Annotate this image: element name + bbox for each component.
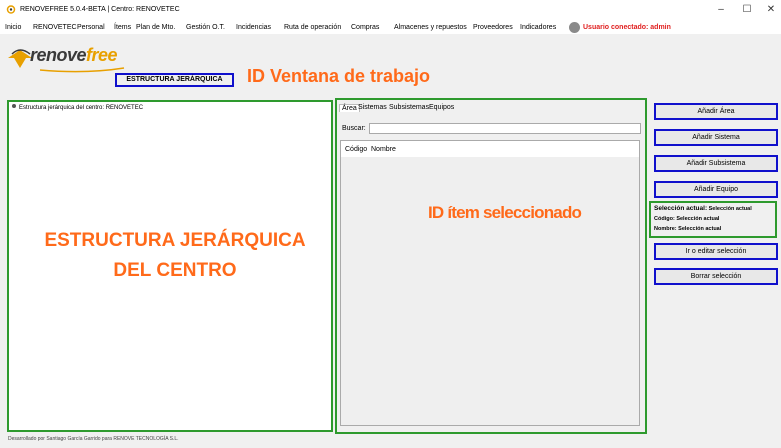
user-icon [569, 22, 580, 33]
add-area-button[interactable]: Añadir Área [654, 103, 778, 120]
annotation-tree: ESTRUCTURA JERÁRQUICA DEL CENTRO [30, 226, 320, 286]
menu-plan-mto[interactable]: Plan de Mto. [136, 24, 175, 31]
selection-name-value: Selección actual [678, 226, 722, 232]
menu-inicio[interactable]: Inicio [5, 24, 21, 31]
workspace-label: ESTRUCTURA JERÁRQUICA [115, 73, 234, 87]
connected-user: Usuario conectado: admin [583, 24, 671, 31]
menu-ruta-operacion[interactable]: Ruta de operación [284, 24, 341, 31]
menu-proveedores[interactable]: Proveedores [473, 24, 513, 31]
menu-indicadores[interactable]: Indicadores [520, 24, 556, 31]
column-codigo[interactable]: Código [345, 146, 367, 153]
tree-bullet-icon [12, 104, 16, 108]
menu-renovetec[interactable]: RENOVETEC [33, 24, 77, 31]
annotation-window-id: ID Ventana de trabajo [247, 66, 431, 86]
annotation-selected-item: ID ítem seleccionado [428, 203, 582, 222]
tree-root-label: Estructura jerárquica del centro: RENOVE… [19, 105, 144, 111]
edit-selection-button[interactable]: Ir o editar selección [654, 243, 778, 260]
column-nombre[interactable]: Nombre [371, 146, 396, 153]
menu-almacenes[interactable]: Almacenes y repuestos [394, 24, 467, 31]
menu-items[interactable]: Ítems [114, 24, 131, 31]
selection-code-line: Código: Selección actual [654, 216, 719, 222]
close-button[interactable]: ✕ [759, 3, 781, 17]
menu-personal[interactable]: Personal [77, 24, 105, 31]
table-body[interactable] [341, 157, 639, 425]
search-input[interactable] [369, 123, 641, 134]
tab-equipos[interactable]: Equipos [427, 104, 456, 111]
selection-name-label: Nombre: [654, 226, 677, 232]
tab-subsistemas[interactable]: Subsistemas [387, 104, 431, 111]
selection-current-value: Selección actual [708, 206, 752, 212]
annotation-tree-line2: DEL CENTRO [113, 260, 237, 281]
logo-text: renovefree [30, 45, 118, 65]
minimize-button[interactable]: – [709, 3, 733, 17]
add-subsystem-button[interactable]: Añadir Subsistema [654, 155, 778, 172]
tree-root-item[interactable]: Estructura jerárquica del centro: RENOVE… [12, 104, 143, 111]
delete-selection-button[interactable]: Borrar selección [654, 268, 778, 285]
window-title: RENOVEFREE 5.0.4-BETA | Centro: RENOVETE… [20, 6, 180, 13]
annotation-tree-line1: ESTRUCTURA JERÁRQUICA [44, 230, 306, 251]
add-system-button[interactable]: Añadir Sistema [654, 129, 778, 146]
selection-code-value: Selección actual [676, 216, 720, 222]
app-logo-icon [6, 5, 16, 14]
menu-compras[interactable]: Compras [351, 24, 379, 31]
maximize-button[interactable]: ☐ [735, 3, 759, 17]
add-equipment-button[interactable]: Añadir Equipo [654, 181, 778, 198]
menu-gestion-ot[interactable]: Gestión O.T. [186, 24, 225, 31]
selection-name-line: Nombre: Selección actual [654, 226, 721, 232]
tab-sistemas[interactable]: Sistemas [356, 104, 389, 111]
menu-incidencias[interactable]: Incidencias [236, 24, 271, 31]
footer-credit: Desarrollado por Santiago García Garrido… [8, 436, 179, 442]
selection-code-label: Código: [654, 216, 675, 222]
selection-current-line: Selección actual: Selección actual [654, 205, 752, 212]
selection-current-label: Selección actual: [654, 205, 708, 212]
search-label: Buscar: [342, 125, 366, 132]
